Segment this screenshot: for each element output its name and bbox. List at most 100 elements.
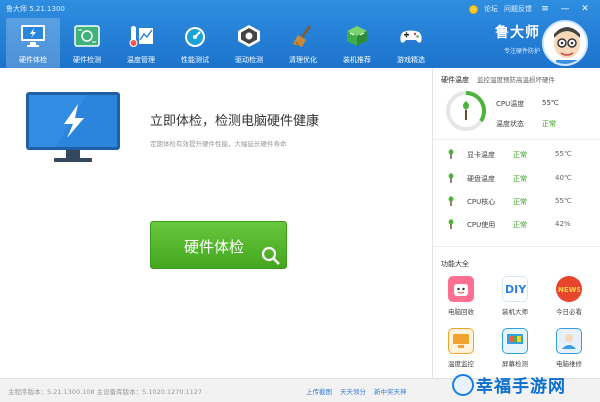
nav-driver[interactable]: 驱动检测 [222,18,276,68]
watermark-text: 幸福手游网 [476,377,566,397]
prize-link[interactable]: 新中奖天神 [374,386,407,396]
nav-hardware-check[interactable]: 硬件体检 [6,18,60,68]
screen-icon [502,328,528,354]
feature-recycle[interactable]: 电脑回收 [441,276,481,316]
main-panel: 立即体检，检测电脑硬件健康 定期体检有效提升硬件性能，大幅延长硬件寿命 硬件体检 [0,68,432,378]
tree-icon [445,218,457,232]
thermometer-chart-icon [126,21,156,51]
feature-label: 装机大师 [502,308,528,316]
hw-value: 40℃ [555,174,572,182]
hardware-check-button[interactable]: 硬件体检 [150,221,287,269]
brand: 鲁大师 专注硬件防护 [470,22,540,55]
feature-diy[interactable]: DIY 装机大师 [495,276,535,316]
tree-icon [445,148,457,162]
magnifier-icon [261,246,281,268]
title-bar: 鲁大师 5.21.1300 论坛 问题反馈 ≡ — ✕ [0,0,600,18]
main-headline: 立即体检，检测电脑硬件健康 [150,114,320,129]
feedback-link[interactable]: 问题反馈 [504,4,532,14]
hw-name: 显卡温度 [467,151,495,159]
main-subline: 定期体检有效提升硬件性能，大幅延长硬件寿命 [150,140,287,148]
face-bag-icon [448,276,474,302]
pin-icon[interactable] [469,4,478,14]
top-bar: 鲁大师 5.21.1300 论坛 问题反馈 ≡ — ✕ 硬件体检 硬件检测 温度… [0,0,600,68]
hw-name: 硬盘温度 [467,175,495,183]
close-button[interactable]: ✕ [578,3,592,15]
nav-clean[interactable]: 清理优化 [276,18,330,68]
hw-value: 55℃ [555,150,572,158]
hw-status: 正常 [513,175,527,183]
feature-label: 屏幕检测 [502,360,528,368]
app-title: 鲁大师 5.21.1300 [6,5,65,13]
temperature-header: 硬件温度 监控温度预防高温损坏硬件 [441,74,555,85]
feature-news[interactable]: NEWS 今日必看 [549,276,589,316]
tree-icon [445,195,457,209]
hw-value: 42% [555,220,571,228]
watermark-logo [452,374,474,396]
mascot-avatar[interactable] [542,20,588,66]
speedometer-icon [180,21,210,51]
brand-name: 鲁大师 [495,25,540,41]
person-icon [556,328,582,354]
nav-recommend[interactable]: 装机推荐 [330,18,384,68]
feature-label: 今日必看 [556,308,582,316]
news-icon: NEWS [556,276,582,302]
hardware-sidebar: 硬件温度 监控温度预防高温损坏硬件 CPU温度 55℃ 温度状态 正常 显卡温度 … [432,68,600,378]
broom-icon [288,21,318,51]
nav-label: 温度管理 [127,56,155,64]
feature-screen-test[interactable]: 屏幕检测 [495,328,535,368]
nav-label: 清理优化 [289,56,317,64]
tree-icon [445,172,457,186]
forum-link[interactable]: 论坛 [484,4,498,14]
feature-temp-monitor[interactable]: 温度监控 [441,328,481,368]
hw-row: CPU使用 正常 42% [445,218,595,232]
hw-row: CPU核心 正常 55℃ [445,195,595,209]
nav-label: 装机推荐 [343,56,371,64]
temperature-title: 硬件温度 [441,76,469,84]
monitor-illustration [26,92,122,166]
nav-games[interactable]: 游戏精选 [384,18,438,68]
nav-label: 驱动检测 [235,56,263,64]
gear-chip-icon [234,21,264,51]
feature-repair[interactable]: 电脑维修 [549,328,589,368]
hw-row: 显卡温度 正常 55℃ [445,148,595,162]
main-nav: 硬件体检 硬件检测 温度管理 性能测试 驱动检测 清理优化 装机推荐 游戏精选 [6,18,438,68]
points-link[interactable]: 天天领分 [340,386,366,396]
cube-icon [342,21,372,51]
temp-state-row: 温度状态 正常 [496,119,556,129]
cpu-temp-value: 55℃ [542,99,559,107]
hw-value: 55℃ [555,197,572,205]
nav-label: 硬件体检 [19,56,47,64]
temperature-note: 监控温度预防高温损坏硬件 [477,76,555,84]
feature-label: 温度监控 [448,360,474,368]
upload-link[interactable]: 上传截图 [306,386,332,396]
version-text: 主程序版本：5.21.1300.108 主设备库版本：5.1020.1270.1… [8,388,203,396]
menu-button[interactable]: ≡ [538,3,552,15]
minimize-button[interactable]: — [558,3,572,15]
nav-hardware-detect[interactable]: 硬件检测 [60,18,114,68]
nav-performance[interactable]: 性能测试 [168,18,222,68]
circuit-board-icon [72,21,102,51]
nav-label: 硬件检测 [73,56,101,64]
feature-label: 电脑维修 [556,360,582,368]
check-button-label: 硬件体检 [184,238,245,256]
nav-label: 性能测试 [181,56,209,64]
diy-icon: DIY [502,276,528,302]
svg-text:DIY: DIY [505,283,526,296]
hw-name: CPU使用 [467,221,496,229]
hw-status: 正常 [513,221,527,229]
hw-name: CPU核心 [467,198,496,206]
nav-temperature[interactable]: 温度管理 [114,18,168,68]
status-links: 上传截图 天天领分 新中奖天神 [306,386,407,396]
cpu-temp-label: CPU温度 [496,100,525,108]
hw-status: 正常 [513,151,527,159]
hw-row: 硬盘温度 正常 40℃ [445,172,595,186]
gamepad-icon [396,21,426,51]
features-title: 功能大全 [441,260,469,268]
divider [433,139,600,140]
nav-label: 游戏精选 [397,56,425,64]
hw-status: 正常 [513,198,527,206]
temperature-gauge-icon [445,90,487,132]
title-bar-controls: 论坛 问题反馈 ≡ — ✕ [469,3,592,15]
brand-tagline: 专注硬件防护 [503,48,540,55]
svg-text:NEWS: NEWS [558,286,580,294]
